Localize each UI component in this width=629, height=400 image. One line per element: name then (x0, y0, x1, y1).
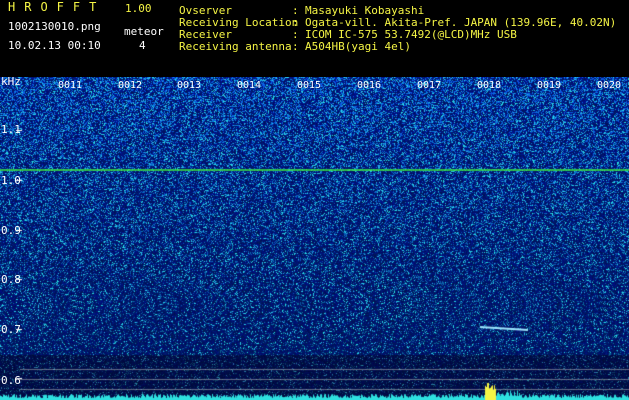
info-value-antenna: A504HB(yagi 4el) (305, 40, 411, 53)
time-tick-label: 0019 (537, 80, 562, 91)
app-title: HROFFT (8, 0, 106, 14)
info-sep-antenna: : (292, 40, 299, 53)
time-tick-label: 0014 (237, 80, 262, 91)
meteor-count: 4 (139, 39, 146, 52)
time-tick-label: 0015 (297, 80, 322, 91)
file-name: 1002130010.png (8, 20, 101, 33)
time-tick-label: 0012 (118, 80, 143, 91)
time-tick-label: 0011 (58, 80, 83, 91)
date-time: 10.02.13 00:10 (8, 39, 101, 52)
freq-tick-label: 1.0 (1, 174, 21, 187)
freq-tick-label: 0.8 (1, 273, 21, 286)
freq-unit-label: kHz (1, 75, 21, 88)
freq-tick-label: 0.7 (1, 323, 21, 336)
meteor-label: meteor (124, 25, 164, 38)
freq-tick-label: 1.1 (1, 123, 21, 136)
info-key-antenna: Receiving antenna (179, 40, 292, 53)
time-tick-label: 0017 (417, 80, 442, 91)
time-tick-label: 0013 (177, 80, 202, 91)
spectrogram-canvas (0, 77, 629, 400)
time-tick-label: 0020 (597, 80, 622, 91)
freq-tick-label: 0.9 (1, 224, 21, 237)
freq-tick-label: 0.6 (1, 374, 21, 387)
app-version: 1.00 (125, 2, 152, 15)
time-tick-label: 0016 (357, 80, 382, 91)
time-tick-label: 0018 (477, 80, 502, 91)
